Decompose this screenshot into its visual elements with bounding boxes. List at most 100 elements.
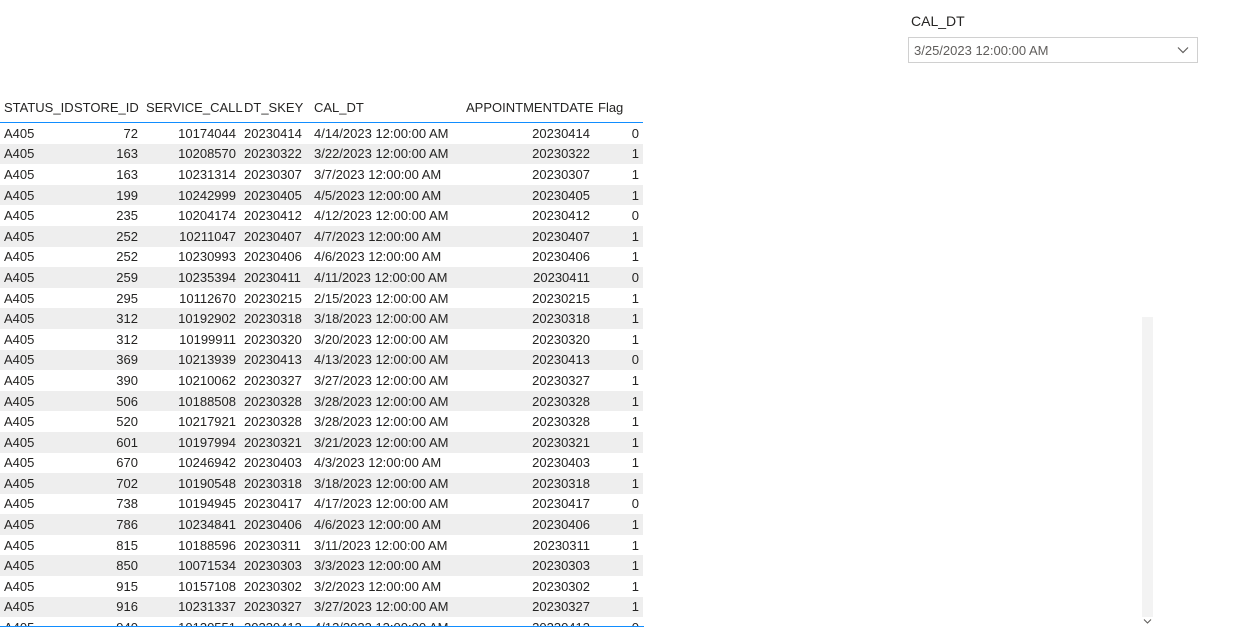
table-cell: 4/11/2023 12:00:00 AM (310, 267, 462, 288)
table-cell: 163 (116, 166, 138, 182)
table-row[interactable]: A405 199 10242999 20230405 4/5/2023 12:00:00… (0, 184, 643, 206)
table-cell: 20230307 (532, 166, 590, 182)
table-cell: 20230328 (462, 390, 594, 412)
table-cell: 20230321 (240, 431, 310, 453)
table-cell: 20230413 (462, 617, 594, 626)
table-cell: 20230318 (462, 308, 594, 329)
data-table: STATUS_ID STORE_ID SERVICE_CALL DT_SKEY CAL_… (0, 92, 643, 626)
table-cell: 20230414 (244, 125, 302, 141)
table-cell: 20230322 (462, 143, 594, 165)
column-header-dt-skey[interactable]: DT_SKEY (240, 92, 310, 123)
table-cell: A405 (0, 390, 70, 412)
table-row[interactable]: A405 670 10246942 20230403 4/3/2023 12:00:00… (0, 453, 643, 474)
table-cell: 20230407 (240, 225, 310, 247)
table-cell: 20230412 (532, 208, 590, 224)
table-cell: 10071534 (142, 555, 240, 577)
table-row[interactable]: A405 915 10157108 20230302 3/2/2023 12:00:00… (0, 576, 643, 597)
table-cell: 1 (594, 596, 643, 618)
table-cell: A405 (4, 166, 35, 182)
table-cell: 20230406 (532, 249, 590, 265)
column-header-flag[interactable]: Flag (594, 92, 643, 123)
table-row[interactable]: A405 601 10197994 20230321 3/21/2023 12:00:0… (0, 431, 643, 453)
table-cell: 20230307 (244, 166, 302, 182)
table-cell: 1 (631, 372, 639, 388)
table-cell: 601 (70, 431, 142, 453)
table-cell: 20230318 (240, 473, 310, 494)
table-row[interactable]: A405 252 10211047 20230407 4/7/2023 12:00:00… (0, 225, 643, 247)
table-cell: 20230405 (240, 184, 310, 206)
table-row[interactable]: A405 815 10188596 20230311 3/11/2023 12:00:0… (0, 535, 643, 556)
table-row[interactable]: A405 72 10174044 20230414 4/14/2023 12:00:00… (0, 123, 643, 144)
table-cell: 20230328 (240, 390, 310, 412)
table-cell: 10235394 (142, 267, 240, 288)
table-cell: 20230327 (532, 372, 590, 388)
table-row[interactable]: A405 850 10071534 20230303 3/3/2023 12:00:00… (0, 555, 643, 577)
table-row[interactable]: A405 163 10208570 20230322 3/22/2023 12:00:0… (0, 143, 643, 165)
table-cell: 3/28/2023 12:00:00 AM (310, 390, 462, 412)
table-header-row: STATUS_ID STORE_ID SERVICE_CALL DT_SKEY CAL_… (0, 92, 643, 123)
table-row[interactable]: A405 259 10235394 20230411 4/11/2023 12:00:0… (0, 267, 643, 288)
table-row[interactable]: A405 786 10234841 20230406 4/6/2023 12:00:00… (0, 514, 643, 535)
slicer-dropdown[interactable]: 3/25/2023 12:00:00 AM (908, 37, 1198, 63)
table-cell: 295 (116, 290, 138, 306)
table-cell: A405 (0, 308, 70, 329)
table-row[interactable]: A405 738 10194945 20230417 4/17/2023 12:00:0… (0, 494, 643, 515)
table-cell: 10192902 (142, 308, 240, 329)
table-cell: A405 (4, 208, 35, 224)
table-cell: 786 (70, 514, 142, 535)
table-cell: A405 (0, 514, 70, 535)
column-header-cal-dt[interactable]: CAL_DT (310, 92, 462, 123)
table-cell: 20230413 (462, 349, 594, 371)
table-row[interactable]: A405 702 10190548 20230318 3/18/2023 12:00:0… (0, 473, 643, 494)
table-cell: A405 (0, 225, 70, 247)
table-cell: A405 (0, 473, 70, 494)
table-cell: 20230328 (244, 414, 302, 430)
column-header-appointmentdate[interactable]: APPOINTMENTDATE (462, 92, 594, 123)
table-cell: A405 (4, 455, 35, 471)
table-row[interactable]: A405 506 10188508 20230328 3/28/2023 12:00:0… (0, 390, 643, 412)
table-cell: 3/27/2023 12:00:00 AM (314, 372, 449, 388)
table-cell: 252 (116, 249, 138, 265)
table-row[interactable]: A405 369 10213939 20230413 4/13/2023 12:00:0… (0, 349, 643, 371)
table-row[interactable]: A405 916 10231337 20230327 3/27/2023 12:00:0… (0, 596, 643, 618)
table-cell: 252 (70, 225, 142, 247)
table-cell: 1 (594, 390, 643, 412)
table-cell: 4/17/2023 12:00:00 AM (314, 496, 449, 512)
scroll-down-arrow-icon[interactable] (1142, 616, 1153, 627)
table-row[interactable]: A405 312 10199911 20230320 3/20/2023 12:00:0… (0, 329, 643, 350)
table-cell: 10174044 (178, 125, 236, 141)
table-cell: 72 (123, 125, 138, 141)
table-cell: 10231314 (178, 166, 236, 182)
table-cell: 0 (594, 267, 643, 288)
vertical-scrollbar[interactable] (1142, 317, 1153, 617)
table-cell: 10242999 (142, 184, 240, 206)
column-header-service-call[interactable]: SERVICE_CALL (142, 92, 243, 123)
table-row[interactable]: A40594010130551202304134/13/2023 12:00:0… (0, 617, 643, 626)
table-row[interactable]: A405 390 10210062 20230327 3/27/2023 12:00:0… (0, 370, 643, 391)
table-cell: 235 (116, 208, 138, 224)
table-row[interactable]: A405 520 10217921 20230328 3/28/2023 12:00:0… (0, 411, 643, 432)
table-cell: 20230403 (244, 455, 302, 471)
table-row[interactable]: A405 252 10230993 20230406 4/6/2023 12:00:00… (0, 247, 643, 268)
table-cell: 1 (631, 249, 639, 265)
table-row[interactable]: A405 312 10192902 20230318 3/18/2023 12:00:0… (0, 308, 643, 329)
table-cell: 815 (116, 537, 138, 553)
table-cell: 10217921 (178, 414, 236, 430)
table-cell: 20230303 (462, 555, 594, 577)
column-header-store-id[interactable]: STORE_ID (70, 92, 142, 123)
table-cell: 199 (70, 184, 142, 206)
table-row[interactable]: A405 235 10204174 20230412 4/12/2023 12:00:0… (0, 205, 643, 226)
table-cell: 4/5/2023 12:00:00 AM (310, 184, 462, 206)
table-cell: 915 (116, 578, 138, 594)
slicer-title: CAL_DT (911, 13, 965, 29)
table-cell: 20230403 (532, 455, 590, 471)
slicer-selected-value: 3/25/2023 12:00:00 AM (914, 42, 1049, 58)
table-cell: 20230406 (244, 249, 302, 265)
table-row[interactable]: A405 163 10231314 20230307 3/7/2023 12:00:00… (0, 164, 643, 185)
table-cell: 4/6/2023 12:00:00 AM (314, 249, 442, 265)
table-cell: 4/7/2023 12:00:00 AM (310, 225, 462, 247)
column-header-status-id[interactable]: STATUS_ID (0, 92, 74, 123)
table-row[interactable]: A405 295 10112670 20230215 2/15/2023 12:00:0… (0, 288, 643, 309)
table-cell: 4/12/2023 12:00:00 AM (314, 208, 449, 224)
chevron-down-icon[interactable] (1175, 42, 1191, 58)
